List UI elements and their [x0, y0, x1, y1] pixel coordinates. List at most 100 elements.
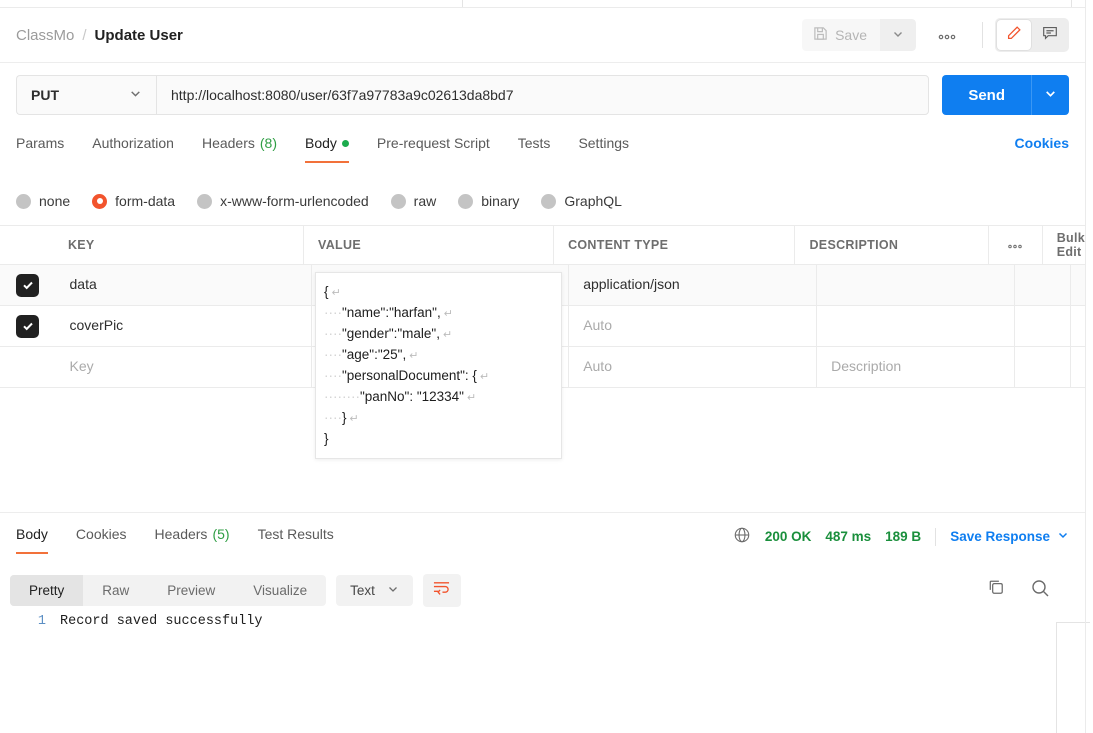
- body-type-binary-label: binary: [481, 193, 520, 209]
- tab-authorization[interactable]: Authorization: [92, 131, 174, 167]
- value-editor-text: "age":"25",: [341, 347, 407, 362]
- view-mode-pretty[interactable]: Pretty: [10, 574, 84, 606]
- cookies-link[interactable]: Cookies: [1015, 131, 1069, 167]
- row-description[interactable]: Description: [817, 347, 1016, 387]
- breadcrumb-collection[interactable]: ClassMo: [16, 27, 74, 44]
- body-type-graphql[interactable]: GraphQL: [541, 193, 622, 209]
- url-input[interactable]: [156, 75, 930, 115]
- row-description[interactable]: [817, 265, 1016, 305]
- bulk-edit-button[interactable]: Bulk Edit: [1043, 226, 1085, 264]
- tab-params[interactable]: Params: [16, 131, 64, 167]
- response-tab-test-results[interactable]: Test Results: [258, 522, 334, 558]
- send-button[interactable]: Send: [942, 75, 1031, 115]
- response-status: 200 OK: [764, 529, 812, 544]
- body-type-urlencoded[interactable]: x-www-form-urlencoded: [197, 193, 369, 209]
- row-content-type[interactable]: Auto: [569, 306, 818, 346]
- header-more-button[interactable]: [989, 226, 1043, 264]
- tab-tests[interactable]: Tests: [518, 131, 551, 167]
- page-title: Update User: [94, 26, 183, 44]
- method-select[interactable]: PUT: [16, 75, 156, 115]
- radio-icon: [541, 193, 557, 209]
- tab-pre-request-script-label: Pre-request Script: [376, 135, 490, 151]
- save-button-group: Save: [802, 19, 916, 51]
- response-tab-test-results-label: Test Results: [257, 526, 334, 542]
- value-json-editor[interactable]: { ↵ ····"name":"harfan", ↵ ····"gender":"m…: [315, 272, 562, 459]
- chevron-down-icon: [387, 583, 399, 598]
- comments-button[interactable]: [1033, 20, 1067, 50]
- return-glyph: ↵: [463, 392, 477, 404]
- row-description[interactable]: [817, 306, 1016, 346]
- row-key[interactable]: Key: [56, 347, 313, 387]
- response-tab-cookies[interactable]: Cookies: [76, 522, 127, 558]
- whitespace-dots: ····: [324, 347, 342, 362]
- row-more[interactable]: [1015, 347, 1071, 387]
- row-more[interactable]: [1015, 306, 1071, 346]
- body-type-none-label: none: [39, 193, 71, 209]
- row-key[interactable]: coverPic: [56, 306, 313, 346]
- header-value: VALUE: [304, 226, 555, 264]
- response-toolbar-actions: [986, 577, 1075, 604]
- edit-mode-button[interactable]: [997, 20, 1031, 50]
- tab-settings[interactable]: Settings: [578, 131, 629, 167]
- response-tab-headers[interactable]: Headers (5): [155, 522, 230, 558]
- body-type-urlencoded-label: x-www-form-urlencoded: [220, 193, 369, 209]
- word-wrap-button[interactable]: [422, 573, 461, 607]
- line-text: Record saved successfully: [60, 614, 263, 629]
- form-data-header-row: KEY VALUE CONTENT TYPE DESCRIPTION Bulk …: [0, 225, 1085, 265]
- save-response-button[interactable]: Save Response: [950, 529, 1069, 544]
- response-body[interactable]: 1 Record saved successfully: [0, 614, 1056, 733]
- save-button-label: Save: [835, 27, 867, 43]
- copy-icon[interactable]: [986, 577, 1007, 603]
- tab-body[interactable]: Body: [305, 131, 349, 167]
- return-glyph: ↵: [328, 287, 341, 299]
- whitespace-dots: ····: [324, 326, 342, 341]
- return-glyph: ↵: [406, 350, 419, 362]
- tab-headers[interactable]: Headers (8): [202, 131, 277, 167]
- body-type-raw[interactable]: raw: [390, 193, 437, 209]
- response-format-select[interactable]: Text: [336, 574, 413, 606]
- send-button-group: Send: [942, 75, 1069, 115]
- chevron-down-icon: [892, 28, 904, 43]
- return-glyph: ↵: [346, 413, 359, 425]
- response-format-value: Text: [350, 582, 375, 598]
- chevron-down-icon: [1044, 87, 1057, 103]
- meta-divider: [935, 527, 937, 546]
- view-mode-preview[interactable]: Preview: [148, 575, 234, 606]
- view-mode-raw[interactable]: Raw: [83, 575, 148, 606]
- response-tab-body-label: Body: [16, 526, 48, 542]
- tab-headers-label: Headers: [201, 135, 255, 151]
- view-mode-visualize[interactable]: Visualize: [234, 575, 326, 606]
- pencil-icon: [1005, 24, 1023, 47]
- whitespace-dots: ····: [324, 368, 342, 383]
- response-time: 487 ms: [825, 529, 872, 544]
- row-checkbox-checked[interactable]: [16, 314, 40, 338]
- body-type-form-data[interactable]: form-data: [92, 193, 175, 209]
- tab-settings-label: Settings: [578, 135, 630, 151]
- search-icon[interactable]: [1029, 577, 1051, 604]
- send-options-caret[interactable]: [1031, 75, 1069, 115]
- value-editor-text: "name":"harfan",: [341, 305, 441, 320]
- response-meta: 200 OK 487 ms 189 B Save Response: [733, 522, 1069, 547]
- response-tab-body[interactable]: Body: [16, 522, 48, 558]
- row-content-type[interactable]: Auto: [569, 347, 818, 387]
- tab-pre-request-script[interactable]: Pre-request Script: [377, 131, 490, 167]
- row-checkbox-checked[interactable]: [16, 273, 40, 297]
- body-type-binary[interactable]: binary: [458, 193, 519, 209]
- save-options-caret[interactable]: [880, 19, 916, 51]
- body-type-none[interactable]: none: [16, 193, 70, 209]
- window-right-edge: [1085, 0, 1086, 733]
- method-value: PUT: [31, 87, 59, 103]
- return-glyph: ↵: [476, 371, 490, 383]
- radio-icon: [16, 193, 31, 209]
- body-type-raw-label: raw: [413, 193, 437, 209]
- radio-icon: [458, 193, 474, 209]
- response-divider: [0, 512, 1085, 513]
- row-key[interactable]: data: [56, 265, 313, 305]
- row-content-type[interactable]: application/json: [569, 265, 818, 305]
- more-actions-button[interactable]: [924, 20, 970, 51]
- return-glyph: ↵: [439, 329, 453, 341]
- save-button[interactable]: Save: [802, 19, 880, 51]
- response-tab-headers-count: (5): [212, 526, 230, 542]
- row-more[interactable]: [1015, 265, 1071, 305]
- value-editor-text: "personalDocument": {: [341, 368, 477, 383]
